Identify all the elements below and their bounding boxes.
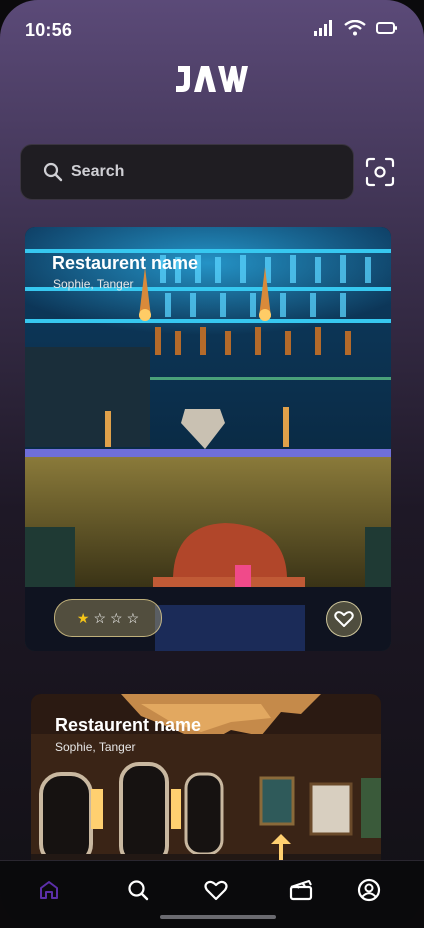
nav-search[interactable] — [125, 877, 151, 903]
search-bar[interactable]: Search — [20, 144, 354, 200]
wifi-icon — [344, 20, 366, 36]
jaw-logo — [176, 66, 248, 92]
nav-home[interactable] — [36, 877, 62, 903]
star-empty-icon: ☆ — [93, 610, 106, 626]
status-time: 10:56 — [25, 20, 73, 40]
home-icon — [40, 881, 58, 899]
status-bar: 10:56 — [0, 0, 424, 60]
profile-icon — [357, 878, 381, 902]
star-empty-icon: ☆ — [126, 610, 140, 626]
nav-events[interactable] — [288, 877, 314, 903]
restaurant-name: Restaurent name — [52, 253, 199, 273]
heart-icon — [334, 611, 354, 627]
home-indicator — [160, 915, 276, 919]
restaurant-location: Sophie, Tanger — [55, 740, 136, 754]
restaurant-name: Restaurent name — [55, 715, 202, 735]
search-icon — [43, 162, 63, 182]
restaurant-location: Sophie, Tanger — [53, 277, 134, 291]
clapperboard-icon — [289, 880, 313, 901]
nav-favorites[interactable] — [203, 877, 229, 903]
battery-icon — [376, 22, 397, 34]
restaurant-card[interactable]: Restaurent name Sophie, Tanger ★ ☆ ☆ ☆ — [25, 227, 391, 651]
search-icon — [128, 880, 149, 901]
star-filled-icon: ★ — [76, 610, 90, 626]
nav-profile[interactable] — [356, 877, 382, 903]
search-placeholder[interactable]: Search — [71, 163, 124, 181]
favorite-button[interactable] — [326, 601, 362, 637]
rating-badge: ★ ☆ ☆ ☆ — [54, 599, 162, 637]
signal-icon — [314, 20, 332, 36]
scan-icon[interactable] — [364, 156, 396, 188]
app-screen: 10:56 Search Restaurent name Sophie, Tan… — [0, 0, 424, 928]
heart-icon — [204, 880, 228, 901]
star-empty-icon: ☆ — [110, 610, 123, 626]
